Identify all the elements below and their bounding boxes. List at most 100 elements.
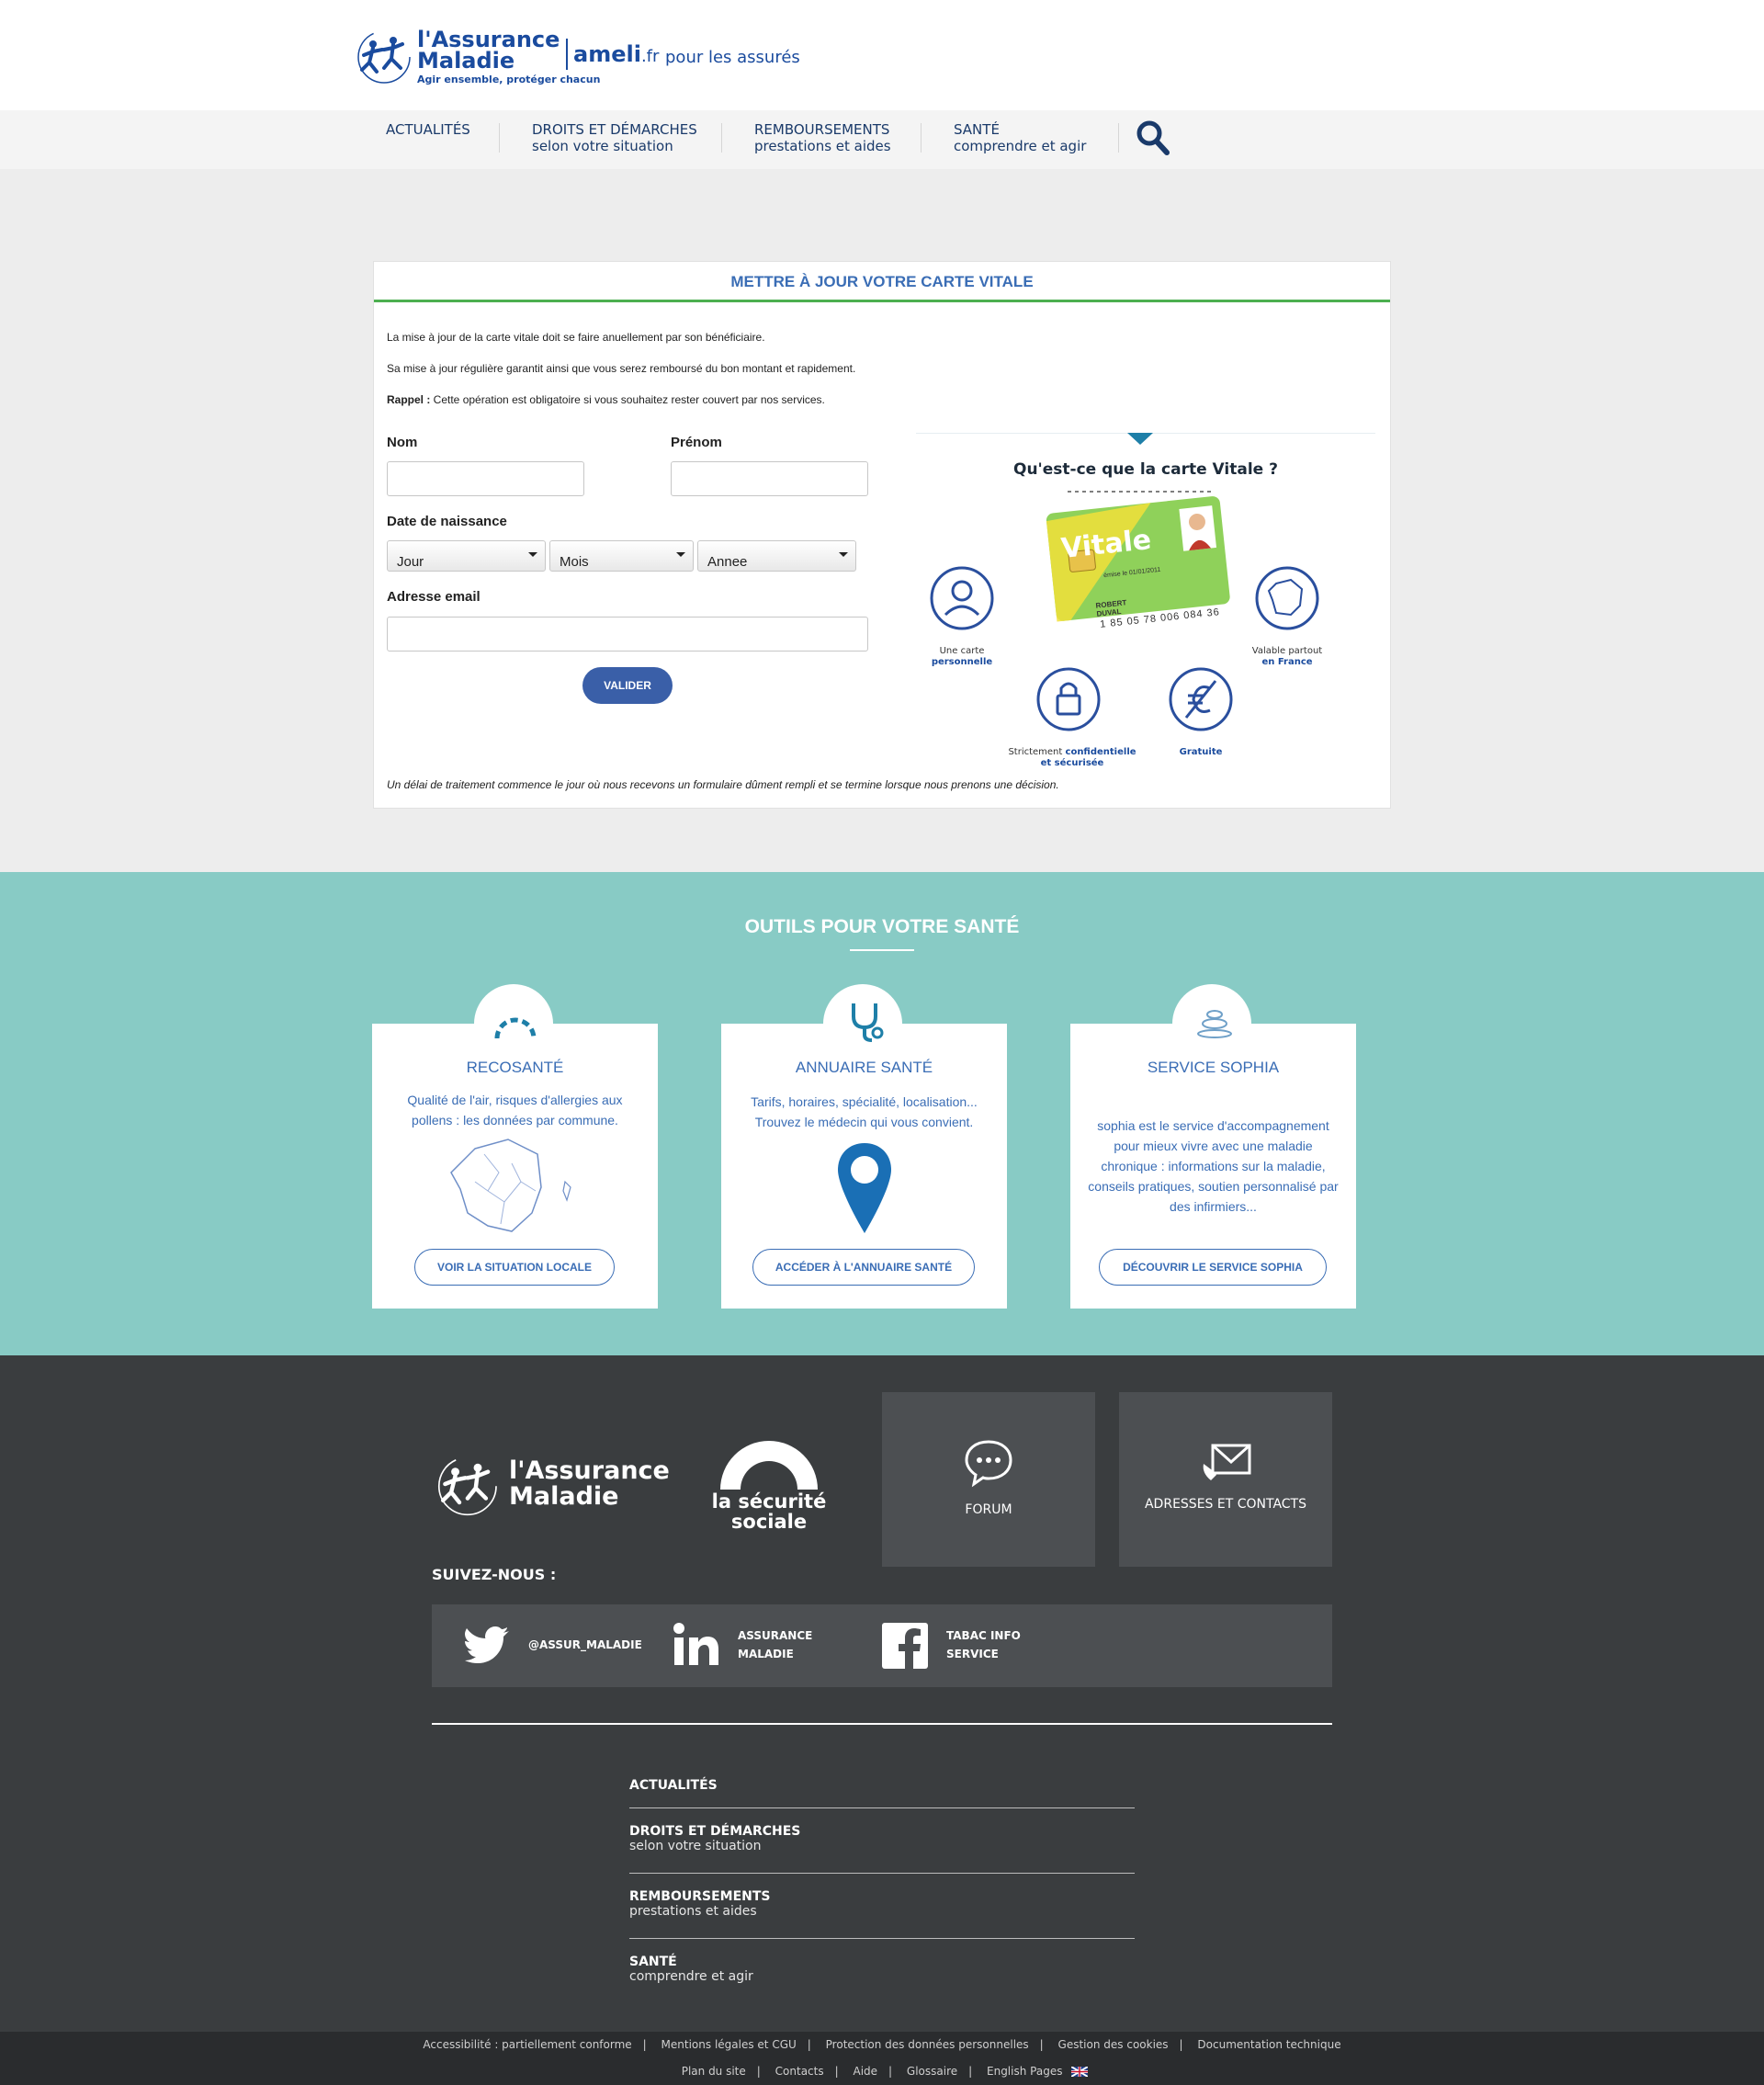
nom-input[interactable] [387, 461, 584, 496]
documentation-link[interactable]: Documentation technique [1197, 2038, 1340, 2051]
securite-sociale-logo[interactable]: la sécurité sociale [711, 1491, 827, 1532]
stones-icon [1197, 1010, 1232, 1038]
stethoscope-icon [852, 1003, 884, 1042]
ameli-brand[interactable]: ameli.fr [566, 39, 659, 70]
main-nav: ACTUALITÉS DROITS ET DÉMARCHES selon votr… [0, 110, 1764, 169]
recosante-icon [494, 1017, 537, 1039]
audience-label: pour les assurés [665, 48, 800, 67]
infographic-title: Qu'est-ce que la carte Vitale ? [1013, 460, 1278, 479]
contacts-label: ADRESSES ET CONTACTS [1144, 1497, 1306, 1512]
protection-donnees-link[interactable]: Protection des données personnelles [826, 2038, 1029, 2051]
glossaire-link[interactable]: Glossaire [907, 2065, 957, 2078]
footer-assurance-logo[interactable]: l'Assurance Maladie [509, 1458, 670, 1510]
acceder-annuaire-button[interactable]: ACCÉDER À L'ANNUAIRE SANTÉ [752, 1249, 975, 1286]
free-euro-icon [1169, 667, 1233, 731]
cap-personnelle: Une carte personnelle [920, 646, 1004, 668]
valider-button[interactable]: VALIDER [582, 667, 673, 704]
link-separator: | [1039, 2038, 1044, 2051]
aide-link[interactable]: Aide [853, 2065, 877, 2078]
contacts-link[interactable]: Contacts [775, 2065, 824, 2078]
prenom-label: Prénom [671, 435, 722, 450]
jour-select[interactable]: Jour [387, 540, 546, 572]
cap-personnelle-line1: Une carte [939, 646, 985, 656]
contacts-tile[interactable]: ADRESSES ET CONTACTS [1119, 1392, 1332, 1567]
linkedin-label[interactable]: ASSURANCE MALADIE [738, 1626, 812, 1663]
link-separator: | [1179, 2038, 1183, 2051]
nav-sante[interactable]: SANTÉ comprendre et agir [954, 121, 1086, 154]
voir-situation-locale-button[interactable]: VOIR LA SITUATION LOCALE [414, 1249, 615, 1286]
footer-nav-subtitle: comprendre et agir [629, 1969, 753, 1984]
footer-nav-subtitle: selon votre situation [629, 1839, 762, 1853]
footer-nav-divider [629, 1938, 1135, 1939]
email-label: Adresse email [387, 589, 481, 605]
linkedin-label-line1: ASSURANCE [738, 1629, 813, 1642]
prenom-input[interactable] [671, 461, 868, 496]
twitter-label[interactable]: @ASSUR_MALADIE [528, 1636, 642, 1654]
rappel-text: Rappel : Cette opération est obligatoire… [387, 393, 825, 406]
rappel-body: Cette opération est obligatoire si vous … [430, 393, 825, 406]
email-input[interactable] [387, 617, 868, 652]
link-separator: | [968, 2065, 973, 2078]
accessibilite-link[interactable]: Accessibilité : partiellement conforme [423, 2038, 631, 2051]
envelope-phone-icon [1203, 1444, 1251, 1480]
site-footer: l'Assurance Maladie la sécurité sociale FO… [0, 1355, 1764, 2032]
card-holder: ROBERT DUVAL [1095, 598, 1127, 618]
search-icon[interactable] [1136, 119, 1170, 156]
person-icon [930, 566, 994, 630]
forum-tile[interactable]: FORUM [882, 1392, 1095, 1567]
vitale-update-card: METTRE À JOUR VOTRE CARTE VITALE La mise… [373, 261, 1391, 809]
nav-actualites[interactable]: ACTUALITÉS [386, 121, 470, 138]
legal-bar: Accessibilité : partiellement conforme | … [0, 2032, 1764, 2085]
mois-select[interactable]: Mois [549, 540, 694, 572]
card-title: METTRE À JOUR VOTRE CARTE VITALE [374, 262, 1390, 302]
tool-title: RECOSANTÉ [466, 1059, 564, 1076]
tool-description: Qualité de l'air, risques d'allergies au… [407, 1093, 623, 1127]
footer-nav-title: REMBOURSEMENTS [629, 1889, 771, 1904]
intro-text-1: La mise à jour de la carte vitale doit s… [387, 331, 765, 344]
nav-remboursements[interactable]: REMBOURSEMENTS prestations et aides [754, 121, 891, 154]
linkedin-label-line2: MALADIE [738, 1648, 794, 1660]
link-separator: | [642, 2038, 647, 2051]
nav-subtitle: comprendre et agir [954, 138, 1087, 154]
footer-nav-title: DROITS ET DÉMARCHES [629, 1824, 801, 1839]
footer-nav-sante[interactable]: SANTÉ comprendre et agir [629, 1955, 1135, 1984]
dob-label: Date de naissance [387, 514, 507, 529]
cookies-link[interactable]: Gestion des cookies [1058, 2038, 1169, 2051]
footer-nav-title: SANTÉ [629, 1955, 677, 1969]
decouvrir-sophia-button[interactable]: DÉCOUVRIR LE SERVICE SOPHIA [1099, 1249, 1327, 1286]
tools-title-underline [850, 949, 914, 951]
tool-annuaire: ANNUAIRE SANTÉ Tarifs, horaires, spécial… [721, 1003, 1007, 1309]
cap-confidentielle-line1: Strictement [1008, 747, 1063, 757]
nav-droits[interactable]: DROITS ET DÉMARCHES selon votre situation [532, 121, 697, 154]
facebook-icon[interactable] [882, 1623, 928, 1669]
annee-select[interactable]: Annee [697, 540, 856, 572]
footer-nav-droits[interactable]: DROITS ET DÉMARCHES selon votre situation [629, 1824, 1135, 1853]
ameli-tld: .fr [640, 47, 660, 66]
footer-nav-subtitle: prestations et aides [629, 1904, 757, 1919]
footer-divider [432, 1723, 1332, 1725]
linkedin-icon[interactable] [673, 1623, 720, 1667]
tool-title: SERVICE SOPHIA [1147, 1059, 1280, 1076]
twitter-icon[interactable] [465, 1626, 511, 1664]
link-separator: | [888, 2065, 893, 2078]
tools-section: OUTILS POUR VOTRE SANTÉ RECOSANTÉ Qualit… [0, 872, 1764, 1355]
english-pages-link[interactable]: English Pages [987, 2065, 1062, 2078]
logo-line2: Maladie [417, 48, 515, 74]
footer-nav-remboursements[interactable]: REMBOURSEMENTS prestations et aides [629, 1889, 1135, 1919]
footer-nav-title: ACTUALITÉS [629, 1778, 718, 1793]
tool-title: ANNUAIRE SANTÉ [795, 1059, 933, 1076]
footer-nav-actualites[interactable]: ACTUALITÉS [629, 1778, 1135, 1793]
cap-gratuite-text: Gratuite [1179, 747, 1223, 757]
link-separator: | [834, 2065, 839, 2078]
secu-logo-line1: la sécurité [711, 1490, 827, 1513]
assurance-maladie-logo[interactable]: l'Assurance Maladie Agir ensemble, proté… [353, 22, 600, 88]
legal-links-row: Accessibilité : partiellement conforme | … [0, 2038, 1764, 2051]
logo-tagline: Agir ensemble, protéger chacun [417, 74, 601, 85]
site-links-row: Plan du site | Contacts | Aide | Glossaire |… [0, 2065, 1764, 2078]
plan-du-site-link[interactable]: Plan du site [682, 2065, 746, 2078]
nom-label: Nom [387, 435, 418, 450]
securite-sociale-arch-icon [720, 1441, 818, 1490]
tools-title: OUTILS POUR VOTRE SANTÉ [744, 916, 1020, 937]
facebook-label[interactable]: TABAC INFO SERVICE [946, 1626, 1021, 1663]
mentions-legales-link[interactable]: Mentions légales et CGU [662, 2038, 797, 2051]
